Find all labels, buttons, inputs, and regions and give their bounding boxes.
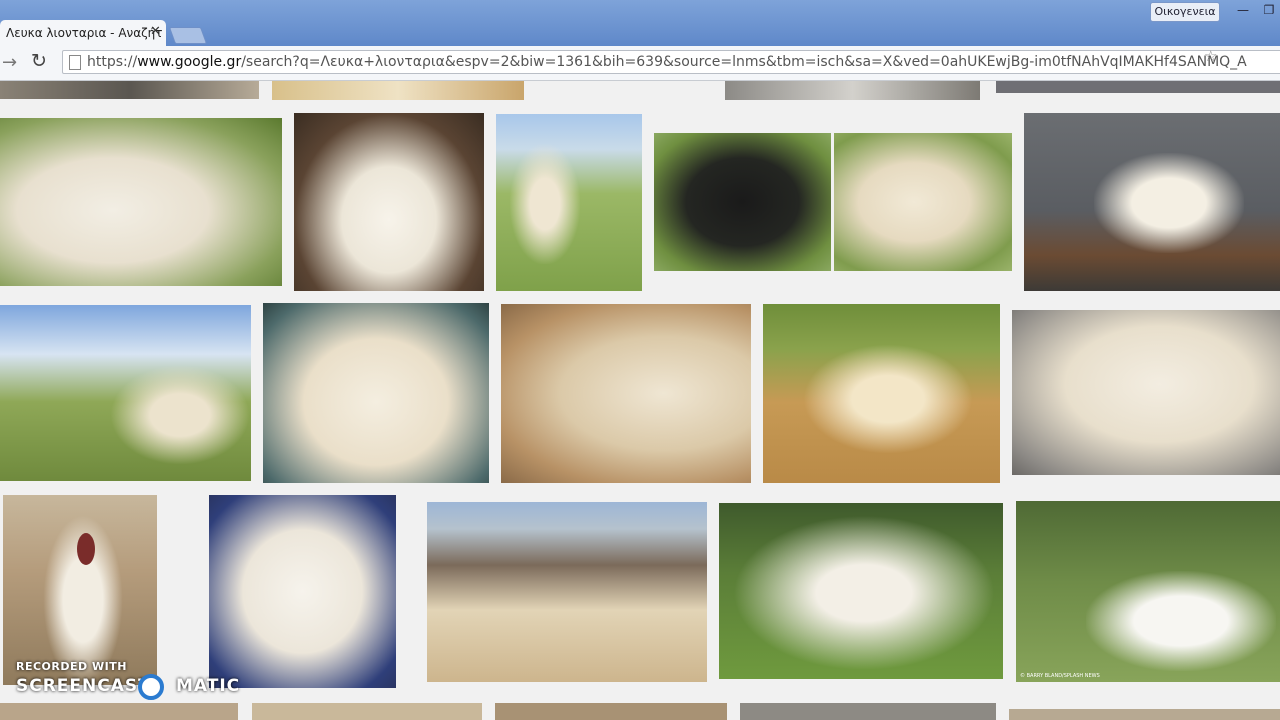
browser-toolbar: → ↻ https://www.google.gr/search?q=Λευκα…	[0, 46, 1280, 81]
new-tab-button[interactable]	[168, 27, 208, 44]
image-result[interactable]	[0, 305, 251, 481]
image-result[interactable]	[996, 81, 1280, 93]
url-path: /search?q=Λευκα+λιονταρια&espv=2&biw=136…	[241, 54, 1247, 70]
image-result[interactable]	[725, 81, 980, 100]
url-text[interactable]: https://www.google.gr/search?q=Λευκα+λιο…	[87, 54, 1247, 70]
image-result[interactable]	[209, 495, 396, 688]
image-result[interactable]	[3, 495, 157, 685]
browser-tab[interactable]: Λευκα λιονταρια - Αναζήτ	[0, 20, 166, 46]
tab-close-icon[interactable]: ✕	[150, 24, 161, 39]
image-result[interactable]	[1009, 709, 1280, 720]
image-credit: © BARRY BLAND/SPLASH NEWS	[1020, 673, 1100, 679]
image-result[interactable]	[0, 81, 259, 99]
image-result[interactable]	[272, 81, 524, 100]
image-result[interactable]	[501, 304, 751, 483]
image-result[interactable]	[834, 133, 1012, 271]
image-result[interactable]	[0, 118, 282, 286]
image-result[interactable]	[1012, 310, 1280, 475]
title-bar: Λευκα λιονταρια - Αναζήτ ✕ Οικογενεια — …	[0, 0, 1280, 46]
restore-button[interactable]: ❐	[1256, 2, 1280, 20]
image-result[interactable]	[719, 503, 1003, 679]
screencast-logo-icon	[138, 674, 164, 700]
watermark-line1: RECORDED WITH	[16, 660, 127, 673]
watermark-line2a: SCREENCAST	[16, 676, 151, 696]
bookmark-star-icon[interactable]: ☆	[1204, 47, 1217, 65]
address-bar[interactable]: https://www.google.gr/search?q=Λευκα+λιο…	[62, 50, 1280, 74]
image-result[interactable]	[496, 114, 642, 291]
url-scheme: https://	[87, 54, 138, 70]
image-results-grid: © BARRY BLAND/SPLASH NEWS	[0, 81, 1280, 720]
watermark-line2b: MATIC	[176, 676, 241, 696]
minimize-button[interactable]: —	[1230, 2, 1256, 20]
image-result[interactable]	[427, 502, 707, 682]
profile-button[interactable]: Οικογενεια	[1150, 2, 1220, 22]
screencast-watermark: RECORDED WITH SCREENCAST MATIC	[16, 660, 239, 700]
image-result[interactable]	[252, 703, 482, 720]
image-result[interactable]	[495, 703, 727, 720]
image-result[interactable]	[654, 133, 831, 271]
image-result[interactable]	[740, 703, 996, 720]
image-result[interactable]	[263, 303, 489, 483]
image-result[interactable]	[1024, 113, 1280, 291]
image-result[interactable]	[294, 113, 484, 291]
image-result[interactable]	[763, 304, 1000, 483]
page-icon	[69, 55, 81, 70]
reload-icon[interactable]: ↻	[31, 50, 47, 72]
forward-icon[interactable]: →	[2, 52, 17, 73]
image-result[interactable]	[0, 703, 238, 720]
image-result[interactable]: © BARRY BLAND/SPLASH NEWS	[1016, 501, 1280, 682]
tab-title: Λευκα λιονταρια - Αναζήτ	[6, 26, 163, 40]
url-host: www.google.gr	[137, 54, 242, 70]
